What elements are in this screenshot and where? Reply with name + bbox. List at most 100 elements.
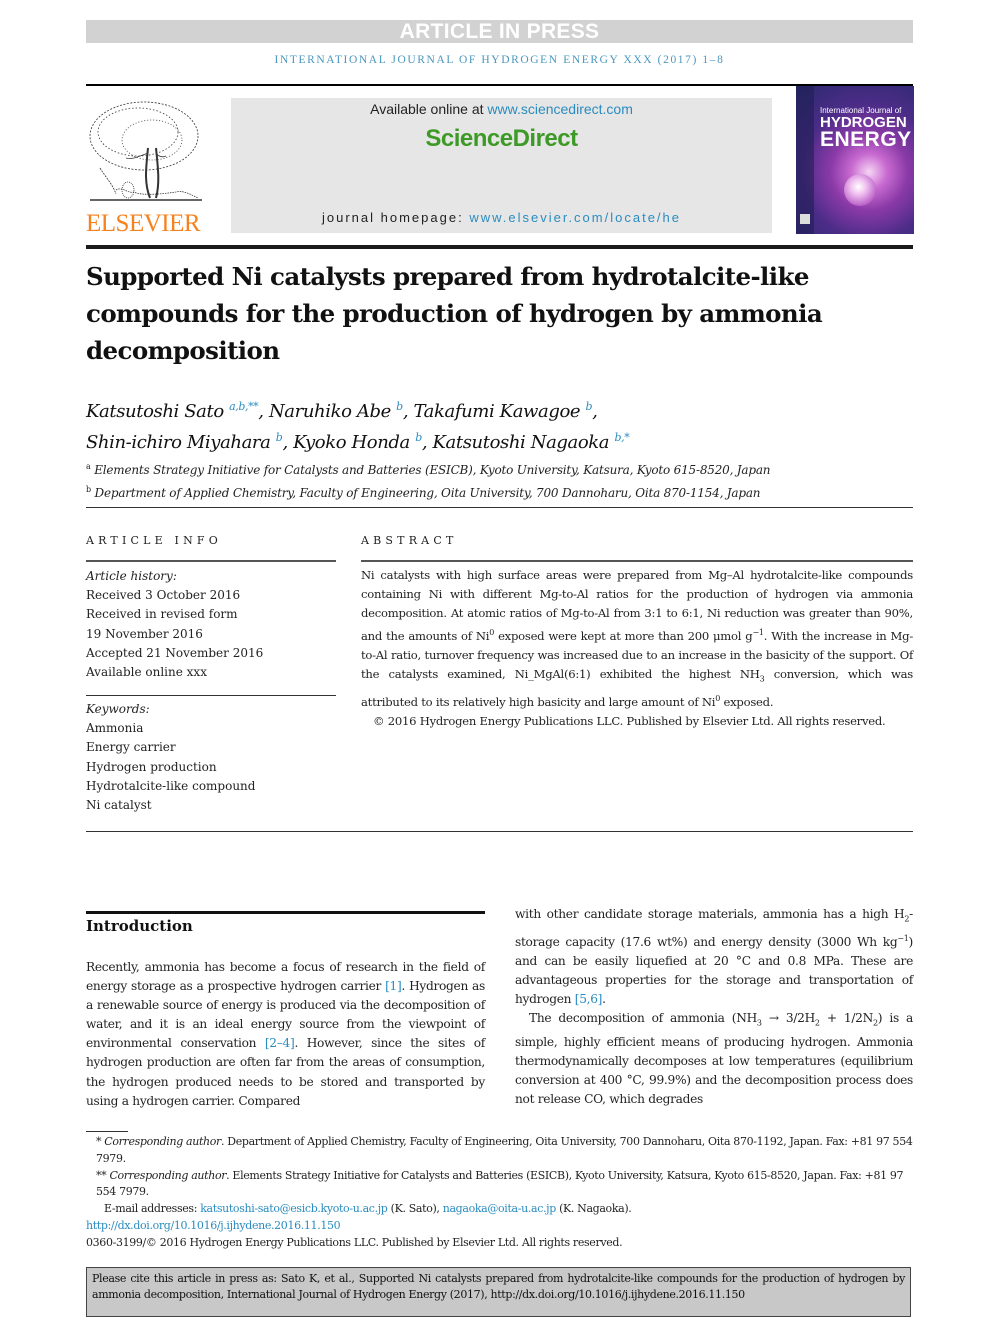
sciencedirect-link[interactable]: www.sciencedirect.com <box>487 101 633 117</box>
affiliation-item: b Department of Applied Chemistry, Facul… <box>86 480 886 503</box>
email-owner: (K. Sato), <box>387 1202 443 1216</box>
header-divider <box>86 245 913 249</box>
keyword-item: Ammonia <box>86 721 144 736</box>
section-heading-introduction: Introduction <box>86 917 193 935</box>
author-separator: , <box>421 432 433 453</box>
reference-link[interactable]: [2–4] <box>265 1036 295 1050</box>
journal-homepage-line: journal homepage: www.elsevier.com/locat… <box>231 210 772 225</box>
superscript: −1 <box>897 933 909 943</box>
email-link-nagaoka[interactable]: nagaoka@oita-u.ac.jp <box>443 1202 557 1215</box>
affiliation-item: a Elements Strategy Initiative for Catal… <box>86 457 886 480</box>
body-text: with other candidate storage materials, … <box>515 907 905 921</box>
author-separator: , <box>592 401 598 422</box>
affiliation-list: a Elements Strategy Initiative for Catal… <box>86 457 886 503</box>
elsevier-wordmark: ELSEVIER <box>86 210 201 237</box>
history-item: Available online xxx <box>86 665 207 680</box>
author-separator: , <box>402 401 414 422</box>
affiliation-text: Elements Strategy Initiative for Catalys… <box>94 463 771 477</box>
section-divider <box>86 911 485 914</box>
footnote-divider <box>86 1131 128 1132</box>
available-online-label: Available online at <box>370 101 488 117</box>
history-item: Received in revised form <box>86 607 238 622</box>
affiliation-mark: a <box>86 462 91 471</box>
body-text: . <box>602 991 606 1006</box>
keyword-item: Hydrotalcite-like compound <box>86 778 256 793</box>
author-name: Takafumi Kawagoe <box>413 401 581 422</box>
author-name: Kyoko Honda <box>293 432 410 453</box>
keywords-label: Keywords: <box>86 702 150 716</box>
abstract-copyright: © 2016 Hydrogen Energy Publications LLC.… <box>373 713 886 728</box>
footnote-label: Corresponding author <box>109 1168 227 1182</box>
author-affiliation-marks[interactable]: b <box>415 431 422 444</box>
cover-publisher-icon <box>800 214 810 224</box>
sciencedirect-logo[interactable]: ScienceDirect <box>231 125 772 153</box>
article-title: Supported Ni catalysts prepared from hyd… <box>86 262 823 365</box>
journal-running-head: International Journal of Hydrogen Energy… <box>274 54 725 66</box>
author-list: Katsutoshi Sato a,b,**, Naruhiko Abe b, … <box>86 394 866 456</box>
elsevier-tree-logo-icon <box>86 98 206 210</box>
author-affiliation-marks[interactable]: b,* <box>614 431 629 444</box>
author-separator: , <box>282 432 294 453</box>
article-history-label: Article history: <box>86 569 177 583</box>
author-affiliation-marks[interactable]: b <box>396 400 403 413</box>
body-paragraph: The decomposition of ammonia (NH3 → 3/2H… <box>515 1009 913 1109</box>
footnote-mark: ** <box>96 1168 110 1182</box>
keywords-divider <box>86 695 336 696</box>
author-name: Naruhiko Abe <box>268 401 391 422</box>
body-paragraph: with other candidate storage materials, … <box>515 905 913 1009</box>
abstract-text: exposed. <box>720 694 774 709</box>
email-link-sato[interactable]: katsutoshi-sato@esicb.kyoto-u.ac.jp <box>200 1202 388 1215</box>
affiliation-text: Department of Applied Chemistry, Faculty… <box>94 486 761 500</box>
issn-copyright: 0360-3199/© 2016 Hydrogen Energy Publica… <box>86 1235 623 1249</box>
author-affiliation-marks[interactable]: a,b,** <box>229 400 259 413</box>
author-separator: , <box>258 401 269 422</box>
footnote-corresponding-1: * Corresponding author. Department of Ap… <box>86 1134 913 1168</box>
available-online-line: Available online at www.sciencedirect.co… <box>231 101 772 117</box>
footnote-emails: E-mail addresses: katsutoshi-sato@esicb.… <box>86 1201 913 1218</box>
footnote-label: Corresponding author <box>104 1135 221 1148</box>
journal-cover-image: International Journal of HYDROGEN ENERGY <box>796 86 914 234</box>
journal-homepage-link[interactable]: www.elsevier.com/locate/he <box>469 210 681 225</box>
footnote-corresponding-2: ** Corresponding author. Elements Strate… <box>86 1168 913 1202</box>
affiliation-mark: b <box>86 485 91 494</box>
keyword-item: Hydrogen production <box>86 759 217 774</box>
abstract-bottom-divider <box>86 831 913 832</box>
body-text: ) is a simple, highly efficient means of… <box>515 1010 913 1106</box>
body-column-right: with other candidate storage materials, … <box>515 905 913 1109</box>
abstract-body: Ni catalysts with high surface areas wer… <box>361 566 913 731</box>
body-text: + 1/2N <box>819 1010 873 1025</box>
author-name: Katsutoshi Nagaoka <box>432 432 610 453</box>
superscript: −1 <box>752 628 764 638</box>
keyword-item: Energy carrier <box>86 740 176 755</box>
email-owner: (K. Nagaoka). <box>555 1202 632 1216</box>
front-matter-divider <box>86 507 913 508</box>
body-text: The decomposition of ammonia (NH <box>529 1010 757 1025</box>
keyword-item: Ni catalyst <box>86 798 152 813</box>
article-history: Article history: Received 3 October 2016… <box>86 567 341 682</box>
doi-link[interactable]: http://dx.doi.org/10.1016/j.ijhydene.201… <box>86 1219 341 1232</box>
abstract-divider <box>361 560 913 562</box>
body-column-left: Recently, ammonia has become a focus of … <box>86 958 485 1111</box>
journal-homepage-label: journal homepage: <box>322 210 470 225</box>
cover-side-strip <box>796 86 814 234</box>
top-divider <box>86 84 913 86</box>
cover-title-line3: ENERGY <box>820 128 912 151</box>
article-info-heading: ARTICLE INFO <box>86 534 222 547</box>
history-item: Received 3 October 2016 <box>86 588 241 603</box>
abstract-heading: ABSTRACT <box>361 534 458 547</box>
email-label: E-mail addresses: <box>104 1202 201 1216</box>
abstract-text: exposed were kept at more than 200 μmol … <box>494 629 753 644</box>
doi-line: http://dx.doi.org/10.1016/j.ijhydene.201… <box>86 1218 913 1235</box>
history-item: 19 November 2016 <box>86 626 203 641</box>
history-item: Accepted 21 November 2016 <box>86 645 264 660</box>
reference-link[interactable]: [1] <box>385 979 402 993</box>
citation-box: Please cite this article in press as: Sa… <box>86 1267 911 1317</box>
reference-link[interactable]: [5,6] <box>575 992 603 1006</box>
sciencedirect-banner: Available online at www.sciencedirect.co… <box>231 98 772 233</box>
author-name: Shin-ichiro Miyahara <box>86 432 271 453</box>
body-paragraph: Recently, ammonia has become a focus of … <box>86 958 485 1111</box>
body-text: → 3/2H <box>761 1010 815 1025</box>
keywords: Keywords: Ammonia Energy carrier Hydroge… <box>86 700 341 815</box>
author-name: Katsutoshi Sato <box>86 401 224 422</box>
article-info-divider <box>86 560 336 562</box>
